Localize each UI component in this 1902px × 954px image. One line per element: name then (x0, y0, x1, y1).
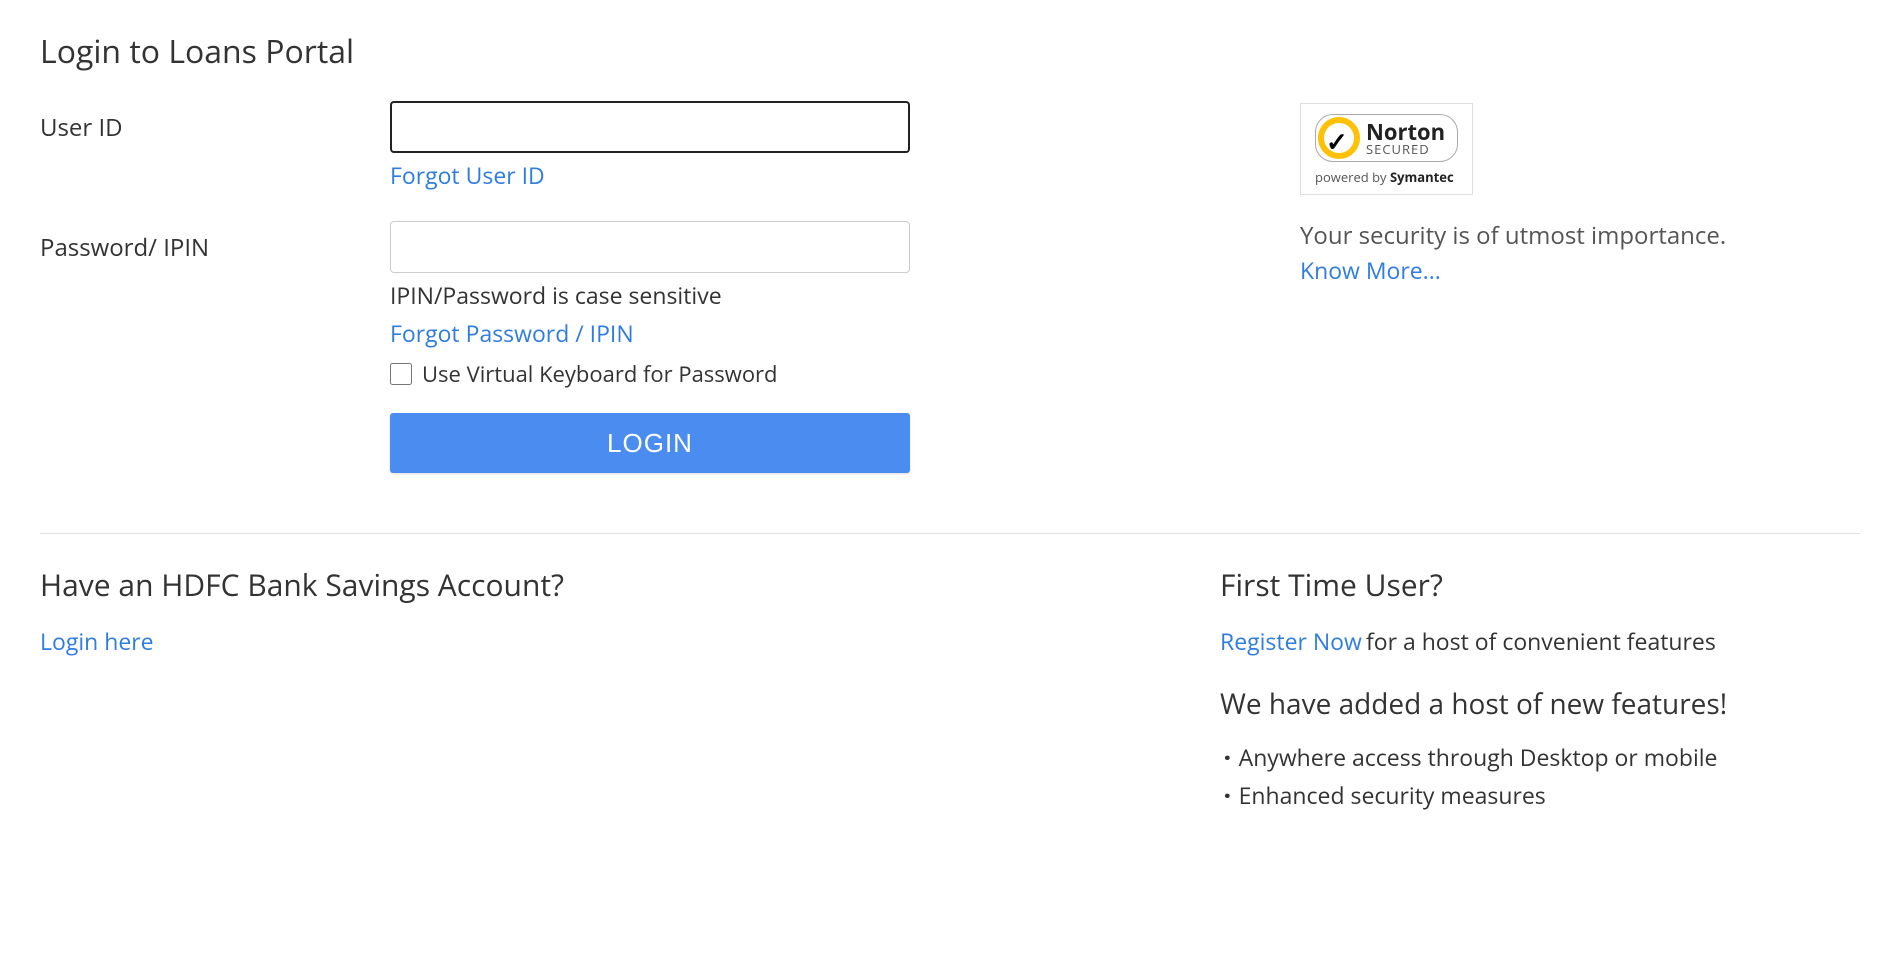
checkmark-icon: ✓ (1318, 117, 1360, 159)
list-item: Enhanced security measures (1224, 779, 1860, 811)
features-title: We have added a host of new features! (1220, 685, 1860, 723)
register-now-link[interactable]: Register Now (1220, 625, 1362, 657)
first-time-user-title: First Time User? (1220, 564, 1860, 605)
virtual-keyboard-checkbox[interactable] (390, 363, 412, 385)
features-list: Anywhere access through Desktop or mobil… (1220, 741, 1860, 811)
page-title: Login to Loans Portal (40, 30, 1860, 73)
norton-secured-badge: ✓ Norton SECURED powered by Symantec (1300, 103, 1473, 195)
virtual-keyboard-label: Use Virtual Keyboard for Password (422, 359, 778, 389)
know-more-link[interactable]: Know More... (1300, 254, 1441, 286)
login-form: User ID Forgot User ID Password/ IPIN IP… (40, 101, 940, 503)
security-message: Your security is of utmost importance. (1300, 219, 1860, 252)
password-label: Password/ IPIN (40, 221, 390, 264)
userid-label: User ID (40, 101, 390, 144)
register-suffix: for a host of convenient features (1366, 625, 1716, 657)
login-here-link[interactable]: Login here (40, 625, 154, 657)
forgot-userid-link[interactable]: Forgot User ID (390, 159, 545, 191)
forgot-password-link[interactable]: Forgot Password / IPIN (390, 317, 634, 349)
password-hint: IPIN/Password is case sensitive (390, 279, 910, 311)
savings-account-title: Have an HDFC Bank Savings Account? (40, 564, 940, 605)
norton-powered-by: powered by Symantec (1315, 168, 1458, 186)
password-input[interactable] (390, 221, 910, 273)
login-button[interactable]: LOGIN (390, 413, 910, 473)
userid-input[interactable] (390, 101, 910, 153)
list-item: Anywhere access through Desktop or mobil… (1224, 741, 1860, 773)
